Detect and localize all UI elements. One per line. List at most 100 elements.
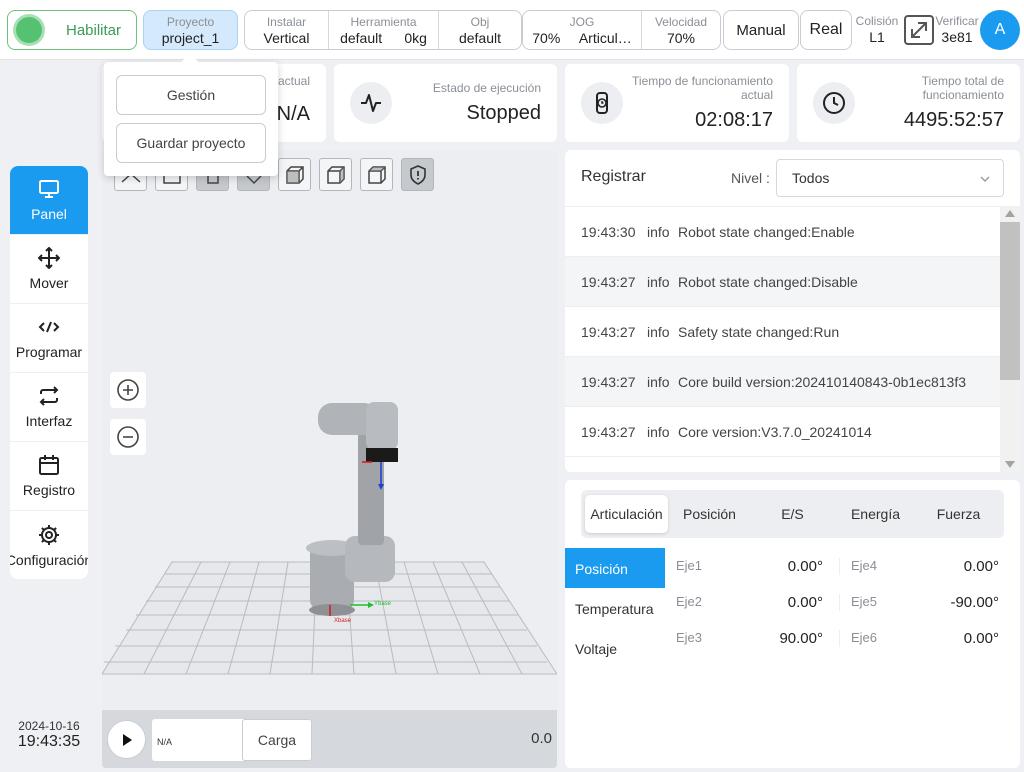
log-level: info (647, 423, 670, 440)
sidebar-item-interface[interactable]: Interfaz (10, 373, 88, 442)
manage-project-item[interactable]: Gestión (116, 75, 266, 115)
obj-label: Obj (470, 15, 490, 29)
jog-percent: 70% (532, 30, 561, 46)
log-message: Core build version:202410140843-0b1ec813… (678, 373, 966, 390)
tool-selector[interactable]: Herramienta default 0kg (329, 11, 439, 49)
clock-icon (813, 82, 855, 124)
exec-state-card: Estado de ejecución Stopped (334, 64, 557, 142)
install-selector[interactable]: Instalar Vertical (245, 11, 329, 49)
log-level: info (647, 273, 670, 290)
robot-3d-view[interactable]: Xbase Ybase N/A Carga 0.0 (102, 150, 557, 768)
log-message: Robot state changed:Enable (678, 223, 855, 240)
verify-value: 3e81 (941, 29, 973, 45)
enable-button[interactable]: Habilitar (7, 10, 137, 50)
sub-item-position[interactable]: Posición (565, 548, 665, 588)
sidebar-item-program[interactable]: Programar (10, 304, 88, 373)
log-time: 19:43:27 (581, 323, 636, 340)
log-panel: Registrar Nivel : Todos 19:43:30 info Ro… (565, 150, 1020, 472)
joint-value: 0.00° (963, 629, 999, 647)
joint-cell: Eje6 0.00° (840, 630, 1015, 647)
joint-values-grid: Eje1 0.00° Eje4 0.00° Eje2 0.00° Eje5 -9… (665, 548, 1020, 656)
log-message: Core version:V3.7.0_20241014 (678, 423, 872, 440)
joint-name: Eje1 (676, 557, 703, 573)
verify-info: Verificar 3e81 (934, 14, 980, 46)
tab-position[interactable]: Posición (668, 495, 751, 533)
robot-scene: Xbase Ybase (102, 402, 557, 675)
log-scroll-thumb[interactable] (1000, 222, 1020, 380)
speed-selector[interactable]: Velocidad 70% (642, 11, 720, 49)
collision-level[interactable]: Colisión L1 (854, 14, 900, 46)
play-button[interactable] (107, 720, 146, 759)
log-list[interactable]: 19:43:30 info Robot state changed:Enable… (565, 206, 1000, 457)
sidebar-item-panel[interactable]: Panel (10, 166, 88, 235)
sidebar-item-move[interactable]: Mover (10, 235, 88, 304)
move-icon (38, 247, 60, 269)
joint-cell: Eje5 -90.00° (840, 594, 1015, 611)
jog-speed-group: JOG 70% Articul… Velocidad 70% (522, 10, 721, 50)
tab-energy[interactable]: Energía (834, 495, 917, 533)
level-select[interactable]: Todos (776, 159, 1004, 197)
joint-name: Eje2 (676, 593, 703, 609)
load-program-button[interactable]: Carga (242, 719, 312, 761)
log-time: 19:43:27 (581, 273, 636, 290)
joint-name: Eje3 (676, 629, 703, 645)
swap-icon (39, 386, 59, 406)
level-label-text: Nivel (731, 170, 763, 186)
uptime-label: Tiempo de funcionamiento actual (632, 74, 773, 102)
log-level: info (647, 323, 670, 340)
log-scrollbar[interactable] (1000, 206, 1020, 472)
jog-selector[interactable]: JOG 70% Articul… (523, 11, 642, 49)
tab-articulation[interactable]: Articulación (585, 495, 668, 533)
exec-state-value: Stopped (466, 102, 541, 124)
total-uptime-label: Tiempo total de funcionamiento (921, 74, 1004, 102)
install-tool-obj-group: Instalar Vertical Herramienta default 0k… (244, 10, 522, 50)
real-mode-button[interactable]: Real (800, 10, 852, 50)
obj-selector[interactable]: Obj default (439, 11, 521, 49)
monitor-icon (39, 180, 59, 198)
joint-row: Eje1 0.00° Eje4 0.00° (665, 548, 1020, 584)
joint-cell: Eje4 0.00° (840, 558, 1015, 575)
jog-label: JOG (569, 15, 595, 29)
sub-item-temperature[interactable]: Temperatura (565, 588, 665, 628)
user-avatar[interactable]: A (980, 10, 1020, 50)
sidebar-item-label: Registro (22, 482, 76, 498)
scroll-up-icon[interactable] (1004, 208, 1016, 218)
project-selector[interactable]: Proyecto project_1 (143, 10, 238, 50)
collision-value: L1 (869, 29, 885, 45)
chevron-down-icon (980, 176, 990, 182)
tool-label: Herramienta (350, 15, 417, 29)
tab-io[interactable]: E/S (751, 495, 834, 533)
gear-icon (39, 524, 59, 545)
sidebar-item-label: Mover (29, 275, 69, 291)
current-label: actual (277, 74, 310, 88)
tool-name: default (340, 30, 383, 46)
tab-force[interactable]: Fuerza (917, 495, 1000, 533)
activity-icon (350, 82, 392, 124)
level-label: Nivel : (731, 170, 770, 186)
sidebar-item-settings[interactable]: Configuración (10, 511, 88, 579)
joint-name: Eje4 (851, 557, 878, 573)
sub-item-voltage[interactable]: Voltaje (565, 628, 665, 668)
uptime-value: 02:08:17 (695, 109, 773, 131)
project-value: project_1 (161, 30, 220, 46)
joint-sub-menu: Posición Temperatura Voltaje (565, 548, 665, 668)
joint-value: 0.00° (963, 557, 999, 575)
log-row: 19:43:27 info Core build version:2024101… (565, 357, 1000, 407)
project-label: Proyecto (166, 15, 215, 29)
joint-name: Eje6 (851, 629, 878, 645)
sidebar-item-log[interactable]: Registro (10, 442, 88, 511)
install-label: Instalar (266, 15, 307, 29)
sidebar: Panel Mover Programar Interfaz Registro … (10, 166, 88, 579)
log-level: info (647, 223, 670, 240)
current-date: 2024-10-16 (18, 719, 80, 733)
install-value: Vertical (263, 30, 310, 46)
x-axis-label: Xbase (334, 618, 352, 624)
scroll-down-icon[interactable] (1004, 460, 1016, 470)
log-time: 19:43:27 (581, 423, 636, 440)
log-row: 19:43:27 info Robot state changed:Disabl… (565, 257, 1000, 307)
tool-load: 0kg (404, 30, 427, 46)
expand-icon[interactable] (904, 15, 934, 45)
joint-tabs: Articulación Posición E/S Energía Fuerza (581, 490, 1004, 538)
manual-mode-button[interactable]: Manual (723, 10, 799, 50)
save-project-item[interactable]: Guardar proyecto (116, 123, 266, 163)
